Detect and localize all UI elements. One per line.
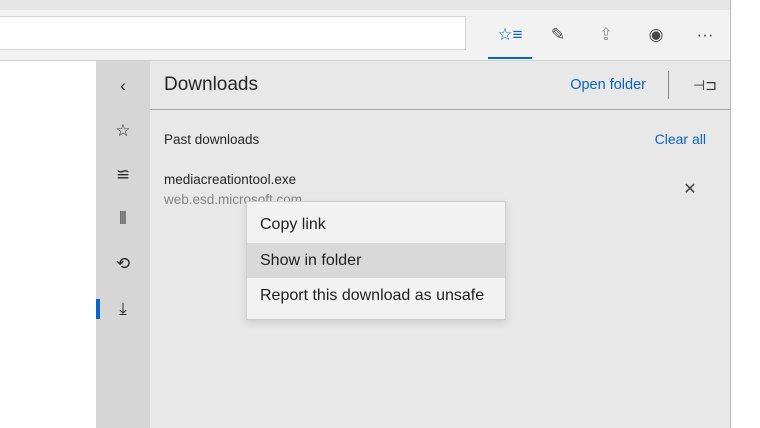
extension-icon[interactable]: ◉ — [634, 16, 678, 54]
window-top-strip — [0, 0, 732, 10]
favorites-hub-icon[interactable]: ☆≡ — [488, 16, 532, 59]
page-content — [0, 61, 96, 428]
browser-toolbar: ☆≡ ✎ ⇪ ◉ ··· — [0, 10, 732, 61]
reading-list-icon[interactable]: ≌ — [96, 155, 150, 195]
more-icon[interactable]: ··· — [683, 16, 727, 54]
menu-item-report-unsafe[interactable]: Report this download as unsafe — [247, 278, 505, 314]
window-right-edge — [730, 0, 760, 428]
clear-all-link[interactable]: Clear all — [655, 131, 706, 147]
downloads-icon[interactable]: ⤓ — [96, 289, 150, 329]
pin-icon[interactable]: ⊣⊐ — [688, 71, 722, 99]
pane-title: Downloads — [164, 74, 258, 95]
header-divider — [668, 71, 669, 99]
context-menu: Copy link Show in folder Report this dow… — [246, 201, 506, 320]
share-icon[interactable]: ⇪ — [584, 16, 628, 54]
collapse-chevron-icon[interactable]: ‹ — [96, 66, 150, 106]
history-icon[interactable]: ⟲ — [96, 244, 150, 284]
pane-header: Downloads Open folder ⊣⊐ — [150, 61, 730, 110]
pen-icon[interactable]: ✎ — [536, 16, 580, 54]
section-title: Past downloads — [164, 132, 260, 147]
hub-rail: ‹ ☆ ≌ ⫴ ⟲ ⤓ — [96, 61, 150, 428]
remove-download-close-icon[interactable]: ✕ — [678, 177, 702, 201]
menu-item-show-in-folder[interactable]: Show in folder — [247, 242, 505, 278]
favorites-star-icon[interactable]: ☆ — [96, 111, 150, 151]
download-filename[interactable]: mediacreationtool.exe — [164, 172, 296, 187]
books-icon[interactable]: ⫴ — [96, 199, 150, 239]
menu-item-copy-link[interactable]: Copy link — [247, 207, 505, 243]
active-indicator — [96, 299, 100, 319]
open-folder-link[interactable]: Open folder — [570, 77, 646, 93]
downloads-arrow-icon: ⤓ — [119, 299, 127, 318]
address-bar[interactable] — [0, 16, 466, 50]
